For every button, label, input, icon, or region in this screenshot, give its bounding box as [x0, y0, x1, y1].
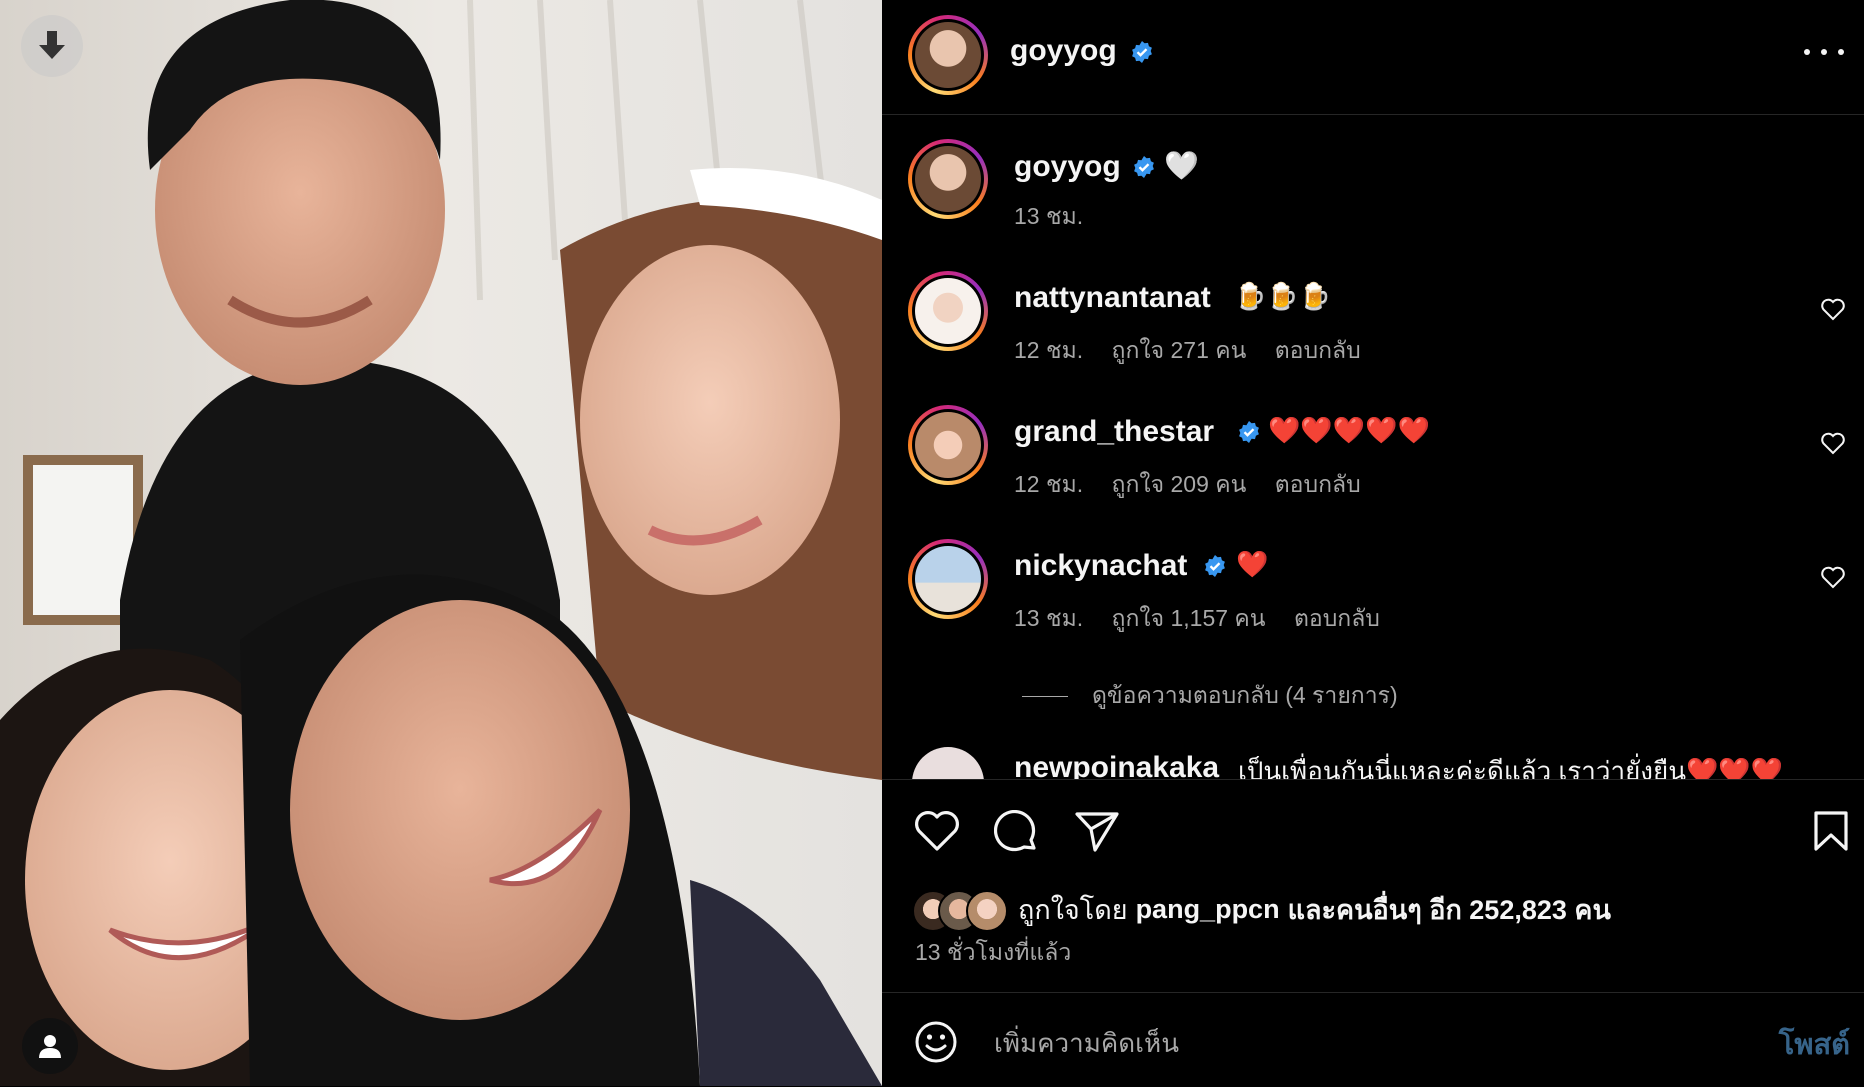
comment-likes[interactable]: ถูกใจ 1,157 คน — [1112, 605, 1266, 631]
author-avatar[interactable] — [908, 15, 988, 95]
liked-by-count[interactable]: และคนอื่นๆ อีก 252,823 คน — [1288, 888, 1611, 931]
verified-badge-icon — [1134, 156, 1154, 178]
comment-likes[interactable]: ถูกใจ 271 คน — [1112, 337, 1247, 363]
view-replies-label: ดูข้อความตอบกลับ (4 รายการ) — [1092, 682, 1398, 708]
liked-by: ถูกใจโดย pang_ppcn และคนอื่นๆ อีก 252,82… — [912, 888, 1611, 932]
dot-icon — [1804, 49, 1810, 55]
post-comment-button[interactable]: โพสต์ — [1779, 1021, 1850, 1067]
verified-badge-icon — [1132, 41, 1152, 63]
comment-time: 13 ชม. — [1014, 605, 1084, 631]
like-heart-icon[interactable] — [914, 810, 960, 852]
commenter-avatar[interactable] — [908, 271, 988, 351]
commenter-avatar[interactable] — [908, 539, 988, 619]
reply-button[interactable]: ตอบกลับ — [1275, 337, 1361, 363]
like-comment-heart-icon[interactable] — [1820, 431, 1846, 455]
caption-text: 🤍 — [1164, 150, 1199, 181]
commenter-avatar[interactable] — [908, 405, 988, 485]
commenter-username[interactable]: newpoinakaka — [1014, 751, 1219, 780]
liker-avatar — [966, 889, 1008, 932]
caption-avatar[interactable] — [908, 139, 988, 219]
download-button[interactable] — [21, 15, 83, 77]
emoji-smiley-icon[interactable] — [914, 1020, 958, 1064]
add-comment-bar: เพิ่มความคิดเห็น โพสต์ — [882, 992, 1864, 1087]
dot-icon — [1838, 49, 1844, 55]
like-comment-heart-icon[interactable] — [1820, 565, 1846, 589]
comment-text: ❤️❤️❤️❤️❤️ — [1268, 415, 1430, 445]
comments-list[interactable]: goyyog 🤍 13 ชม. nattynantanat 🍺🍺🍺 12 ชม.… — [882, 115, 1864, 780]
comment-meta: 12 ชม. ถูกใจ 271 คน ตอบกลับ — [1014, 333, 1383, 369]
comment-likes[interactable]: ถูกใจ 209 คน — [1112, 471, 1247, 497]
post-photo[interactable] — [0, 0, 882, 1086]
liker-avatars — [912, 889, 1008, 932]
save-bookmark-icon[interactable] — [1812, 810, 1850, 852]
comment-meta: 12 ชม. ถูกใจ 209 คน ตอบกลับ — [1014, 467, 1383, 503]
view-replies-button[interactable]: ดูข้อความตอบกลับ (4 รายการ) — [1022, 678, 1398, 714]
post-details-panel: goyyog goyyog 🤍 13 ชม. nattynantanat 🍺🍺🍺… — [882, 0, 1864, 1086]
verified-badge-icon — [1239, 421, 1259, 443]
comment-time: 12 ชม. — [1014, 337, 1084, 363]
share-paper-plane-icon[interactable] — [1074, 810, 1120, 852]
post-timestamp: 13 ชั่วโมงที่แล้ว — [915, 939, 1072, 965]
commenter-avatar[interactable] — [912, 747, 984, 780]
comment-time: 12 ชม. — [1014, 471, 1084, 497]
dot-icon — [1821, 49, 1827, 55]
comment-meta: 13 ชม. ถูกใจ 1,157 คน ตอบกลับ — [1014, 601, 1402, 637]
caption-username[interactable]: goyyog — [1014, 150, 1121, 184]
commenter-username[interactable]: nickynachat — [1014, 549, 1187, 583]
author-username[interactable]: goyyog — [1010, 34, 1117, 68]
comment-bubble-icon[interactable] — [994, 810, 1040, 856]
comment-input[interactable]: เพิ่มความคิดเห็น — [994, 1023, 1179, 1064]
liked-by-user[interactable]: pang_ppcn — [1136, 894, 1280, 925]
caption-time: 13 ชม. — [1014, 203, 1084, 229]
post-actions: ถูกใจโดย pang_ppcn และคนอื่นๆ อีก 252,82… — [882, 779, 1864, 993]
commenter-username[interactable]: grand_thestar — [1014, 415, 1214, 449]
post-header: goyyog — [882, 0, 1864, 115]
more-options-button[interactable] — [1804, 40, 1844, 64]
download-arrow-icon — [39, 31, 65, 59]
selfie-photo-illustration — [0, 0, 882, 1086]
reply-button[interactable]: ตอบกลับ — [1275, 471, 1361, 497]
comment-text: เป็นเพื่อนกันนี่แหละค่ะดีแล้ว เราว่ายั่ง… — [1238, 756, 1784, 780]
comment-text: ❤️ — [1236, 549, 1269, 579]
reply-button[interactable]: ตอบกลับ — [1294, 605, 1380, 631]
divider-line — [1022, 695, 1068, 697]
tagged-users-button[interactable] — [22, 1018, 78, 1074]
comment-text: 🍺🍺🍺 — [1234, 281, 1332, 311]
commenter-username[interactable]: nattynantanat — [1014, 281, 1211, 315]
verified-badge-icon — [1205, 555, 1225, 577]
person-icon — [39, 1035, 61, 1058]
liked-by-prefix: ถูกใจโดย — [1018, 895, 1128, 925]
like-comment-heart-icon[interactable] — [1820, 297, 1846, 321]
